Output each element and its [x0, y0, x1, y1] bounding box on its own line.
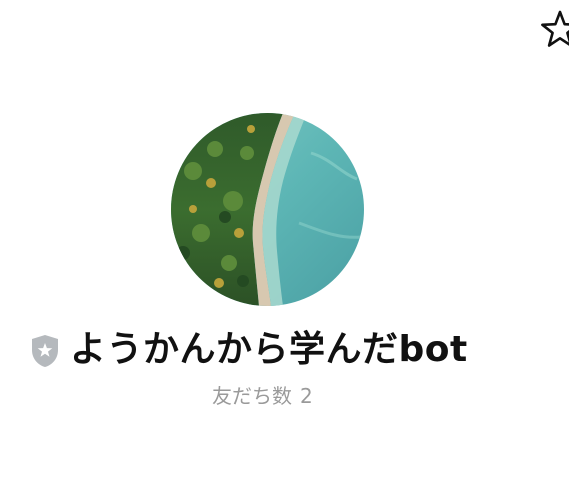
shield-star-icon	[32, 335, 58, 367]
profile-avatar[interactable]	[171, 113, 364, 306]
friends-count: 2	[300, 384, 313, 408]
friends-count-row[interactable]: 友だち数 2	[0, 381, 569, 411]
favorite-star-button[interactable]	[540, 8, 569, 52]
profile-name-row: ようかんから学んだbot	[0, 326, 569, 374]
star-outline-icon	[541, 10, 569, 47]
profile-name: ようかんから学んだbot	[70, 329, 468, 370]
friends-label: 友だち数	[212, 384, 292, 408]
avatar-forest-coast	[171, 113, 364, 306]
